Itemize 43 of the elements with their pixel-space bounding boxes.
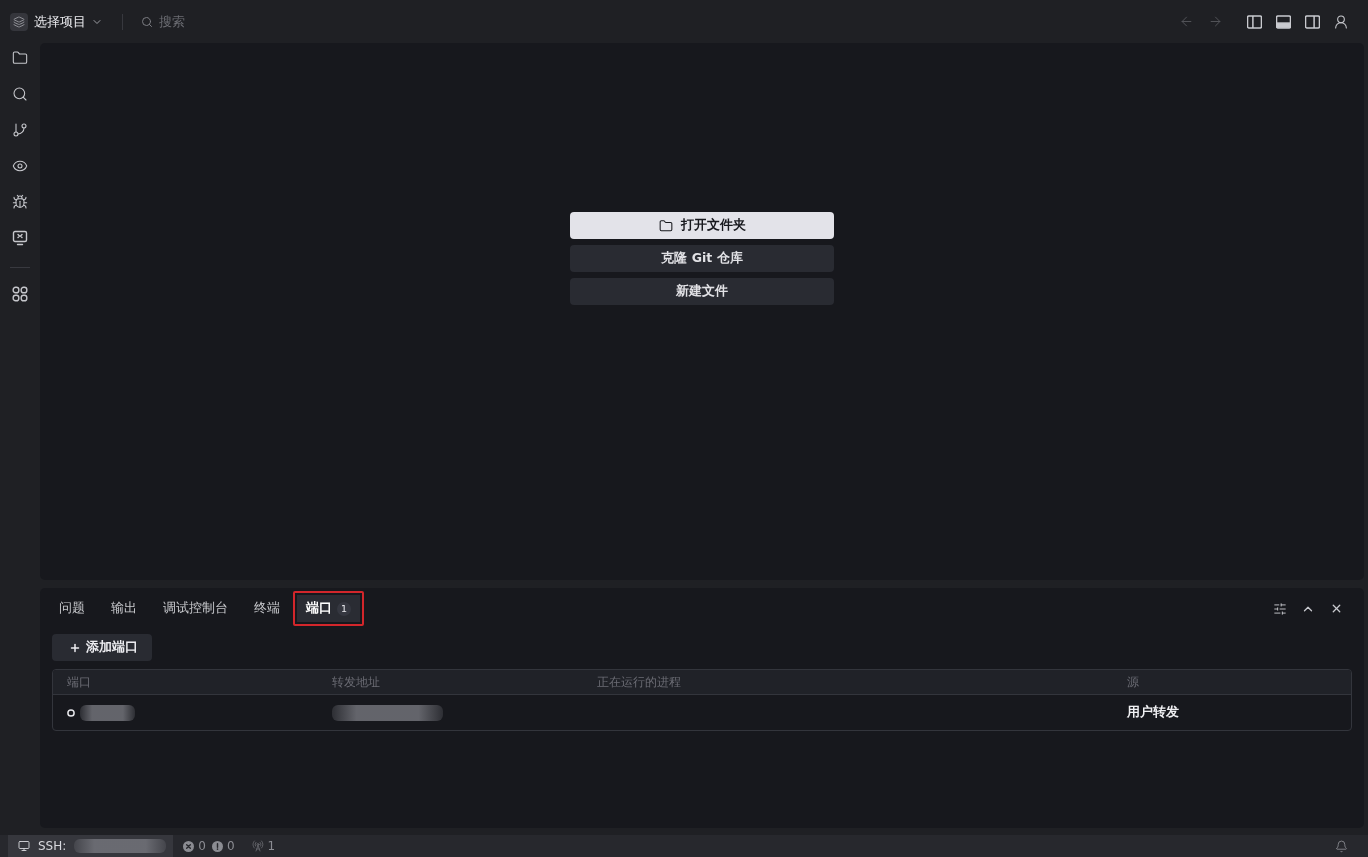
new-file-button[interactable]: 新建文件 — [570, 278, 834, 305]
eye-icon[interactable] — [12, 158, 28, 174]
sliders-icon[interactable] — [1273, 601, 1287, 616]
plus-icon — [69, 641, 81, 654]
ports-indicator[interactable]: 1 — [251, 835, 276, 857]
column-header: 正在运行的进程 — [596, 674, 681, 690]
column-header: 源 — [1126, 674, 1139, 690]
panel-tab[interactable]: 问题 — [46, 591, 98, 626]
warning-count[interactable]: 0 — [211, 835, 235, 857]
user-icon[interactable] — [1333, 13, 1349, 30]
table-cell: 用户转发 — [1127, 704, 1179, 721]
monitor-icon[interactable] — [12, 230, 28, 246]
folder-icon — [658, 218, 673, 233]
search-icon — [141, 15, 153, 28]
search-icon[interactable] — [12, 86, 28, 102]
panel-tab[interactable]: 终端 — [241, 591, 293, 626]
layers-icon — [10, 12, 28, 31]
count-badge: 1 — [337, 601, 351, 616]
folder-icon[interactable] — [12, 50, 28, 66]
grid-icon[interactable] — [12, 286, 28, 302]
bug-icon[interactable] — [12, 194, 28, 210]
bottom-panel-icon[interactable] — [1275, 14, 1291, 29]
panel-tab[interactable]: 调试控制台 — [150, 591, 241, 626]
error-count[interactable]: 0 — [183, 835, 206, 857]
left-panel-icon[interactable] — [1246, 14, 1262, 29]
right-panel-icon[interactable] — [1304, 14, 1320, 29]
warning-icon — [211, 840, 223, 852]
error-icon — [183, 840, 195, 852]
project-picker[interactable]: 选择项目 — [34, 12, 103, 31]
column-header: 端口 — [66, 674, 91, 690]
branch-icon[interactable] — [12, 122, 28, 138]
circle-icon — [67, 708, 75, 717]
antenna-icon — [251, 840, 264, 852]
column-header: 转发地址 — [331, 674, 380, 690]
search-field[interactable]: 搜索 — [159, 12, 249, 31]
panel-tab[interactable]: 输出 — [98, 591, 150, 626]
clone-repository-button[interactable]: 克隆 Git 仓库 — [570, 245, 834, 272]
add-port-button[interactable]: 添加端口 — [52, 634, 152, 661]
open-folder-button[interactable]: 打开文件夹 — [570, 212, 834, 239]
bell-icon[interactable] — [1334, 839, 1348, 853]
monitor-icon — [18, 840, 30, 852]
remote-indicator[interactable]: SSH: — [8, 835, 174, 857]
panel-tab[interactable]: 端口 1 — [293, 591, 364, 626]
